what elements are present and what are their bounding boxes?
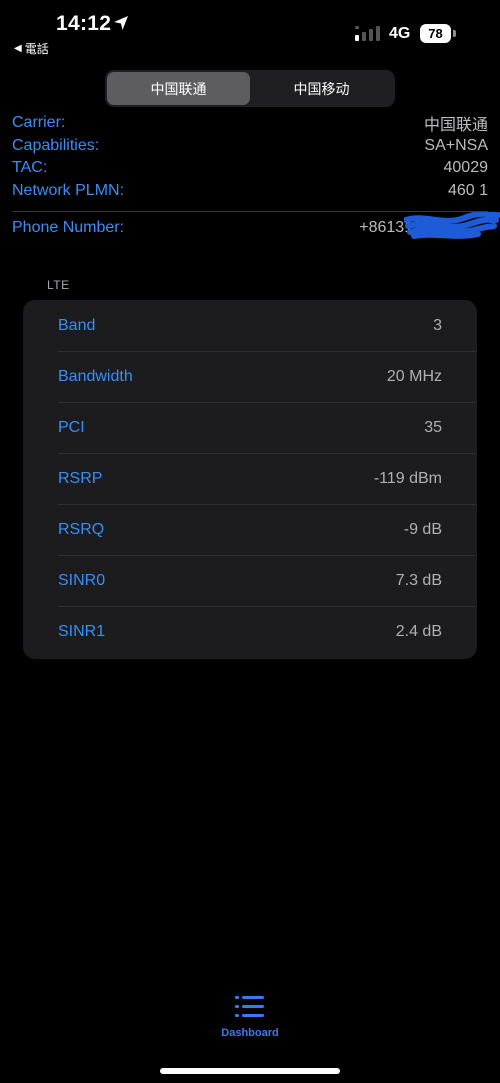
info-row-plmn: Network PLMN: 460 1 <box>12 180 488 202</box>
lte-row-sinr1: SINR1 2.4 dB <box>23 606 477 657</box>
tab-dashboard-label: Dashboard <box>221 1027 279 1039</box>
list-icon <box>235 996 264 1017</box>
lte-row-band: Band 3 <box>23 300 477 351</box>
lte-value: 2.4 dB <box>395 622 442 640</box>
lte-value: 7.3 dB <box>395 571 442 589</box>
plmn-label: Network PLMN: <box>12 182 125 199</box>
battery-cap <box>453 30 456 37</box>
lte-row-rsrq: RSRQ -9 dB <box>23 504 477 555</box>
info-row-capabilities: Capabilities: SA+NSA <box>12 135 488 157</box>
carrier-segmented-control: 中国联通 中国移动 <box>105 70 395 107</box>
lte-value: 3 <box>433 316 442 334</box>
lte-value: 20 MHz <box>386 367 442 385</box>
lte-section-header: LTE <box>47 278 70 292</box>
lte-label: SINR1 <box>58 622 106 640</box>
capabilities-label: Capabilities: <box>12 137 100 154</box>
status-time: 14:12 <box>56 12 112 35</box>
lte-value: 35 <box>424 418 442 436</box>
tab-dashboard[interactable]: Dashboard <box>200 995 300 1045</box>
back-to-phone-link[interactable]: ◀ 電話 <box>14 40 49 57</box>
lte-card: Band 3 Bandwidth 20 MHz PCI 35 RSRP -119… <box>23 300 477 659</box>
segment-china-mobile[interactable]: 中国移动 <box>250 72 393 105</box>
lte-label: SINR0 <box>58 571 106 589</box>
info-row-tac: TAC: 40029 <box>12 157 488 179</box>
home-indicator[interactable] <box>160 1068 340 1074</box>
lte-row-rsrp: RSRP -119 dBm <box>23 453 477 504</box>
info-row-carrier: Carrier: 中国联通 <box>12 112 488 134</box>
carrier-value: 中国联通 <box>423 117 488 134</box>
tac-value: 40029 <box>443 159 489 176</box>
network-type: 4G <box>389 25 411 42</box>
redaction-scribble <box>404 212 500 239</box>
back-link-label: 電話 <box>24 42 49 56</box>
carrier-label: Carrier: <box>12 114 66 131</box>
info-row-phone: Phone Number: +861313 <box>12 217 422 239</box>
plmn-value: 460 1 <box>447 182 488 199</box>
phone-label: Phone Number: <box>12 219 125 236</box>
lte-label: Bandwidth <box>58 367 133 385</box>
lte-label: RSRP <box>58 469 103 487</box>
lte-label: PCI <box>58 418 85 436</box>
back-triangle-icon: ◀ <box>14 43 22 54</box>
capabilities-value: SA+NSA <box>424 137 488 154</box>
lte-label: RSRQ <box>58 520 105 538</box>
battery-icon: 78 <box>420 24 456 43</box>
lte-label: Band <box>58 316 96 334</box>
tac-label: TAC: <box>12 159 48 176</box>
segment-china-unicom[interactable]: 中国联通 <box>107 72 250 105</box>
location-arrow-icon <box>114 16 128 30</box>
lte-row-bandwidth: Bandwidth 20 MHz <box>23 351 477 402</box>
lte-row-pci: PCI 35 <box>23 402 477 453</box>
lte-value: -119 dBm <box>373 469 442 487</box>
battery-level: 78 <box>420 24 451 43</box>
signal-bars-icon <box>355 26 380 41</box>
lte-row-sinr0: SINR0 7.3 dB <box>23 555 477 606</box>
lte-value: -9 dB <box>403 520 442 538</box>
